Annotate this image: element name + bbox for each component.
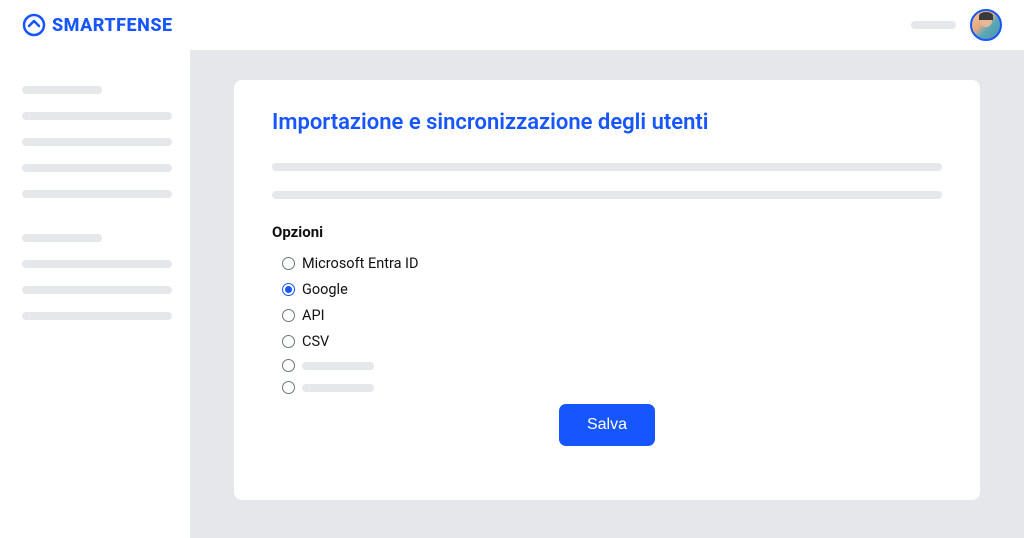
radio-label: Google [302, 281, 348, 298]
radio-label-placeholder [302, 362, 374, 370]
radio-label-placeholder [302, 384, 374, 392]
radio-option[interactable]: CSV [282, 333, 942, 350]
header-placeholder [911, 21, 956, 29]
brand-name: SMARTFENSE [52, 15, 173, 36]
settings-card: Importazione e sincronizzazione degli ut… [234, 80, 980, 500]
radio-option[interactable] [282, 381, 942, 394]
content-background: Importazione e sincronizzazione degli ut… [190, 50, 1024, 538]
logo[interactable]: SMARTFENSE [22, 13, 173, 37]
sidebar-item[interactable] [22, 286, 172, 294]
sidebar-item[interactable] [22, 234, 102, 242]
sidebar-item[interactable] [22, 138, 172, 146]
header-right [911, 9, 1002, 41]
main-area: Importazione e sincronizzazione degli ut… [0, 50, 1024, 538]
radio-option[interactable]: API [282, 307, 942, 324]
header: SMARTFENSE [0, 0, 1024, 50]
sidebar-group [22, 86, 168, 198]
sidebar-item[interactable] [22, 260, 172, 268]
sidebar-item[interactable] [22, 190, 172, 198]
description-placeholder [272, 163, 942, 171]
options-list: Microsoft Entra ID Google API CSV [272, 255, 942, 394]
radio-button[interactable] [282, 359, 295, 372]
save-button[interactable]: Salva [559, 404, 655, 446]
radio-label: API [302, 307, 325, 324]
radio-button[interactable] [282, 381, 295, 394]
sidebar [0, 50, 190, 538]
radio-button[interactable] [282, 283, 295, 296]
sidebar-item[interactable] [22, 112, 172, 120]
sidebar-item[interactable] [22, 164, 172, 172]
card-title: Importazione e sincronizzazione degli ut… [272, 110, 942, 135]
sidebar-item[interactable] [22, 312, 172, 320]
radio-button[interactable] [282, 257, 295, 270]
button-row: Salva [272, 404, 942, 446]
brand-icon [22, 13, 46, 37]
radio-button[interactable] [282, 335, 295, 348]
radio-option[interactable]: Microsoft Entra ID [282, 255, 942, 272]
sidebar-item[interactable] [22, 86, 102, 94]
description-placeholder [272, 191, 942, 199]
radio-label: Microsoft Entra ID [302, 255, 419, 272]
radio-button[interactable] [282, 309, 295, 322]
options-label: Opzioni [272, 223, 942, 241]
radio-option[interactable]: Google [282, 281, 942, 298]
radio-label: CSV [302, 333, 329, 350]
sidebar-group [22, 234, 168, 320]
radio-option[interactable] [282, 359, 942, 372]
avatar[interactable] [970, 9, 1002, 41]
